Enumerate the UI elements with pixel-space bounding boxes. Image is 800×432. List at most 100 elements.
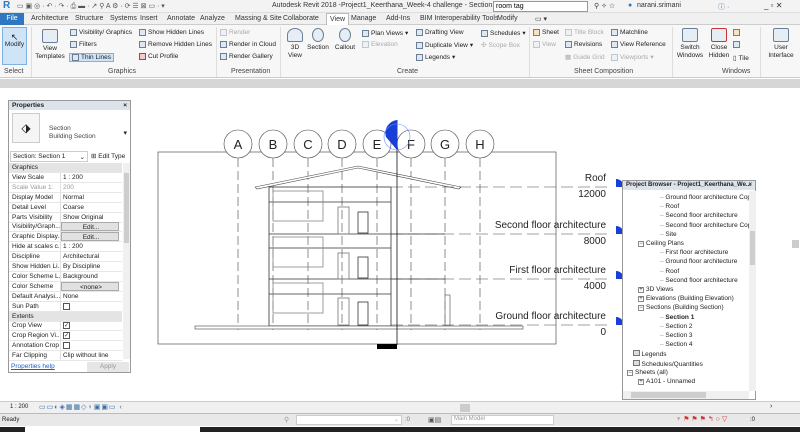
browser-item[interactable]: Legends: [632, 350, 666, 358]
browser-item-label: Section 2: [665, 322, 693, 330]
browser-item[interactable]: − Sections (Building Section): [638, 304, 724, 312]
property-label: View Scale: [9, 172, 61, 182]
property-value[interactable]: None: [61, 292, 122, 301]
browser-item-label: Section 3: [665, 332, 693, 339]
property-value[interactable]: 200: [61, 183, 122, 192]
edit-button[interactable]: <none>: [61, 281, 119, 291]
browser-item[interactable]: – Site: [660, 231, 677, 238]
browser-item-label: A101 - Unnamed: [646, 378, 696, 385]
type-dropdown-icon[interactable]: ▾: [123, 129, 127, 137]
properties-scrollbar[interactable]: [123, 163, 130, 359]
browser-item[interactable]: – Ground floor architecture: [660, 258, 737, 265]
view-scale[interactable]: 1 : 200: [10, 404, 28, 410]
expand-icon[interactable]: +: [638, 379, 644, 385]
checkbox[interactable]: [63, 342, 70, 350]
design-options-icon[interactable]: ▣▤: [428, 416, 441, 424]
type-selector[interactable]: Section Building Section: [49, 125, 96, 141]
property-value[interactable]: 1 : 200: [61, 242, 122, 251]
level-elevation[interactable]: 0: [600, 327, 606, 338]
browser-item[interactable]: − Ceiling Plans: [638, 240, 684, 247]
property-label: Color Scheme: [9, 281, 61, 291]
grid-label: E: [373, 137, 382, 152]
property-value[interactable]: By Discipline: [61, 262, 122, 271]
browser-item-label: Site: [665, 230, 677, 238]
design-option-dropdown[interactable]: Main Model: [451, 415, 554, 425]
property-value[interactable]: 1 : 200: [61, 173, 122, 182]
browser-vertical-scrollbar[interactable]: [749, 191, 756, 391]
ground-slab: [194, 325, 524, 330]
properties-help-link[interactable]: Properties help: [11, 363, 55, 370]
grid-label: H: [475, 137, 484, 152]
browser-item[interactable]: – First floor architecture: [660, 249, 728, 256]
browser-item[interactable]: – Second floor architecture: [660, 277, 738, 284]
section-tail[interactable]: [377, 344, 397, 349]
browser-item[interactable]: – Second floor architecture Copy: [660, 222, 749, 229]
close-icon[interactable]: ×: [748, 182, 752, 188]
property-row: Detail Level Coarse: [9, 202, 122, 213]
property-label: Sun Path: [9, 301, 61, 311]
property-value[interactable]: Show Original: [61, 213, 122, 222]
properties-title: Properties: [12, 102, 45, 109]
property-row: View Scale 1 : 200: [9, 172, 122, 183]
browser-item-label: Sections (Building Section): [646, 304, 724, 312]
level-name[interactable]: First floor architecture: [509, 265, 606, 276]
browser-item[interactable]: – Roof: [660, 203, 679, 210]
close-icon[interactable]: ×: [123, 102, 127, 109]
instance-filter-dropdown[interactable]: Section: Section 1 ⌄: [10, 151, 88, 162]
collapse-icon[interactable]: −: [638, 241, 644, 247]
checkbox[interactable]: ✓: [63, 332, 70, 340]
browser-item[interactable]: − Sheets (all): [627, 369, 668, 376]
status-text: Ready: [2, 417, 20, 423]
browser-item[interactable]: – Roof: [660, 268, 679, 275]
level-name[interactable]: Second floor architecture: [495, 220, 607, 231]
browser-item[interactable]: + A101 - Unnamed: [638, 378, 695, 385]
selection-option-icons[interactable]: ♆ ⚑ ⚑ ⚑ ↰ ○ ▽: [676, 415, 727, 423]
level-name[interactable]: Roof: [585, 173, 606, 184]
property-value[interactable]: Clip without line: [61, 351, 122, 360]
grid-label: B: [269, 137, 278, 152]
browser-item[interactable]: Schedules/Quantities: [632, 359, 703, 368]
level-elevation[interactable]: 8000: [584, 236, 607, 247]
property-row: Color Scheme <none>: [9, 281, 122, 292]
edit-button[interactable]: Edit...: [61, 232, 119, 242]
collapse-icon[interactable]: −: [638, 305, 644, 312]
horizontal-scrollbar-thumb[interactable]: [460, 404, 470, 412]
browser-item[interactable]: +3D Views: [638, 286, 673, 293]
browser-item[interactable]: – Section 4: [660, 341, 693, 348]
checkbox[interactable]: [63, 302, 70, 310]
property-label: Default Analysi...: [9, 291, 61, 301]
scroll-right-icon[interactable]: ›: [770, 403, 772, 410]
browser-item[interactable]: – Section 2: [660, 323, 693, 330]
browser-item[interactable]: – Section 3: [660, 332, 693, 339]
property-value[interactable]: Normal: [61, 193, 122, 202]
expand-icon[interactable]: +: [638, 287, 644, 293]
expand-icon[interactable]: +: [638, 296, 644, 303]
apply-button[interactable]: Apply: [87, 362, 129, 372]
checkbox[interactable]: ✓: [63, 322, 70, 330]
browser-item[interactable]: – Section 1: [660, 314, 694, 321]
property-row: Annotation Crop: [9, 341, 122, 352]
browser-item[interactable]: – Ground floor architecture Copy: [660, 194, 749, 201]
level-name[interactable]: Ground floor architecture: [495, 311, 606, 322]
view-scrollbar-thumb[interactable]: [792, 240, 799, 248]
property-value[interactable]: Coarse: [61, 203, 122, 212]
property-label: Show Hidden Li...: [9, 262, 61, 271]
browser-item-label: Schedules/Quantities: [641, 360, 703, 368]
property-value[interactable]: Background: [61, 272, 122, 281]
property-group-header[interactable]: Extents: [9, 311, 122, 322]
view-control-icons[interactable]: ▭▭◐◈▦▦◇♀▣▣▭ ‹: [39, 403, 123, 411]
grid-label: C: [303, 137, 312, 152]
folder-icon: [632, 359, 640, 366]
property-group-header[interactable]: Graphics: [9, 163, 122, 173]
browser-item[interactable]: – Second floor architecture: [660, 212, 738, 219]
level-elevation[interactable]: 12000: [578, 189, 606, 200]
browser-item[interactable]: + Elevations (Building Elevation): [638, 295, 734, 303]
browser-item-label: Elevations (Building Elevation): [646, 295, 734, 303]
collapse-icon[interactable]: −: [627, 369, 633, 376]
browser-horizontal-scrollbar[interactable]: [623, 391, 749, 399]
edit-type-button[interactable]: ⊞ Edit Type: [91, 152, 125, 160]
workset-dropdown[interactable]: ⌄: [296, 415, 402, 425]
edit-button[interactable]: Edit...: [61, 222, 119, 232]
level-elevation[interactable]: 4000: [584, 281, 607, 292]
property-value[interactable]: Architectural: [61, 252, 122, 261]
